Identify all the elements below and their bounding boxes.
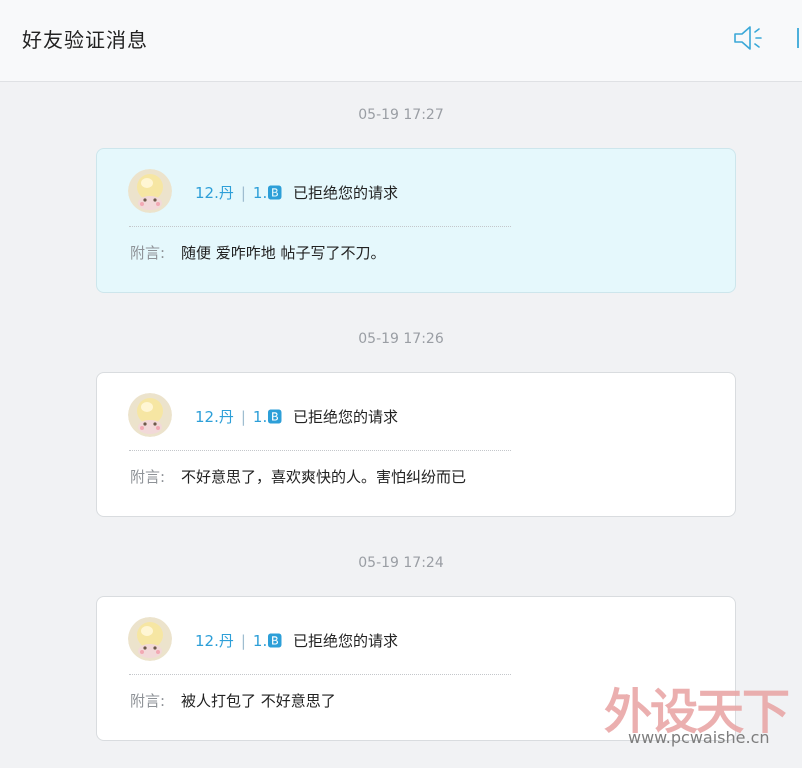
avatar[interactable] [128,617,172,661]
message-timestamp: 05-19 17:26 [358,331,444,347]
avatar[interactable] [128,169,172,213]
page-title: 好友验证消息 [22,28,148,52]
note-label: 附言: [130,244,166,262]
note-text: 随便 爱咋咋地 帖子写了不刀。 [181,244,386,262]
nickname-part1: 12.丹 [195,632,234,650]
sender-nickname[interactable]: 12.丹 | 1.🅱 [195,630,282,651]
status-text: 已拒绝您的请求 [293,184,399,202]
verification-card[interactable]: 12.丹 | 1.🅱 已拒绝您的请求 附言: 不好意思了，喜欢爽快的人。害怕纠纷而已 [96,372,736,517]
nickname-separator: | [240,184,246,202]
sender-nickname[interactable]: 12.丹 | 1.🅱 [195,182,282,203]
divider [129,226,511,227]
nickname-part2: 1.🅱 [252,408,283,426]
status-text: 已拒绝您的请求 [293,632,399,650]
header-bar: 好友验证消息 [0,0,802,82]
nickname-part2: 1.🅱 [252,632,283,650]
nickname-separator: | [240,408,246,426]
nickname-part1: 12.丹 [195,408,234,426]
verification-card[interactable]: 12.丹 | 1.🅱 已拒绝您的请求 附言: 随便 爱咋咋地 帖子写了不刀。 [96,148,736,293]
avatar[interactable] [128,393,172,437]
menu-icon[interactable] [794,24,802,52]
watermark-url: www.pcwaishe.cn [628,728,770,747]
note-label: 附言: [130,468,166,486]
note-text: 被人打包了 不好意思了 [181,692,336,710]
speaker-icon[interactable] [733,24,765,52]
watermark-logo: 外设天下 www.pcwaishe.cn [604,672,794,762]
message-timestamp: 05-19 17:24 [358,555,444,571]
sender-nickname[interactable]: 12.丹 | 1.🅱 [195,406,282,427]
status-text: 已拒绝您的请求 [293,408,399,426]
divider [129,674,511,675]
message-timestamp: 05-19 17:27 [358,107,444,123]
divider [129,450,511,451]
note-label: 附言: [130,692,166,710]
nickname-part1: 12.丹 [195,184,234,202]
nickname-separator: | [240,632,246,650]
note-text: 不好意思了，喜欢爽快的人。害怕纠纷而已 [181,468,467,486]
nickname-part2: 1.🅱 [252,184,283,202]
